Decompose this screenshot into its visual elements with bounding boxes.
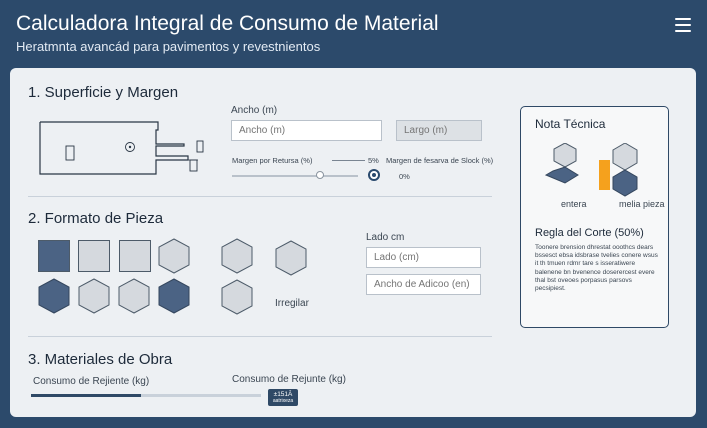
media-pieza-label: melia pieza	[619, 199, 665, 209]
note-title: Nota Técnica	[535, 117, 606, 131]
section-surface-title: 1. Superficie y Margen	[28, 84, 179, 101]
irregular-label: Irregilar	[275, 298, 309, 309]
floorplan-diagram	[39, 121, 204, 175]
margen-label: Margen por Retursa (%)	[232, 156, 313, 165]
page-title: Calculadora Integral de Consumo de Mater…	[16, 12, 439, 35]
tile-hexagon-light[interactable]	[118, 278, 150, 314]
largo-input[interactable]	[396, 120, 482, 141]
rejunte-badge: ±151Ā aatrixeza	[268, 389, 298, 406]
lado-input[interactable]	[366, 247, 481, 268]
app-header: Calculadora Integral de Consumo de Mater…	[0, 0, 707, 68]
rejunte-label: Consumo de Rejunte (kg)	[232, 374, 346, 385]
page-subtitle: Heratmnta avancád para pavimentos y reve…	[16, 39, 321, 54]
tile-square-light[interactable]	[78, 240, 110, 272]
tile-hexagon-dark[interactable]	[158, 278, 190, 314]
technical-note-panel: Nota Técnica entera melia pieza Regla de…	[520, 106, 669, 328]
cut-rule-body: Toonere brension dhrestat ooothcs dears …	[535, 244, 658, 293]
section-format-title: 2. Formato de Pieza	[28, 210, 164, 227]
reserva-radio[interactable]	[368, 169, 380, 181]
margen-slider-thumb[interactable]	[316, 171, 325, 179]
tile-hexagon-dark[interactable]	[38, 278, 70, 314]
rejunte-progress-fill	[31, 394, 142, 397]
section-materials-title: 3. Materiales de Obra	[28, 351, 173, 368]
margen-slider-track[interactable]	[232, 175, 358, 177]
tile-hexagon-outline[interactable]	[221, 238, 253, 274]
lado-label: Lado cm	[366, 232, 405, 243]
ancho-label: Ancho (m)	[231, 105, 278, 116]
floorplan-outline	[39, 121, 189, 175]
tile-hexagon-light[interactable]	[158, 238, 190, 274]
calculator-card: 1. Superficie y Margen Ancho (m) Margen …	[10, 68, 696, 417]
tile-square-light[interactable]	[119, 240, 151, 272]
tile-hexagon-outline[interactable]	[275, 240, 307, 276]
ancho-adoquin-input[interactable]	[366, 274, 481, 295]
ancho-input[interactable]	[231, 120, 382, 141]
rejunte-progress	[31, 394, 261, 397]
cut-diagram-icon	[544, 143, 638, 197]
tile-square-dark[interactable]	[38, 240, 70, 272]
margen-value: 5%	[368, 156, 379, 165]
cut-marker	[599, 160, 610, 190]
entera-label: entera	[561, 199, 587, 209]
tile-hexagon-outline[interactable]	[221, 279, 253, 315]
hamburger-menu-icon[interactable]	[675, 18, 691, 32]
tile-hexagon-light[interactable]	[78, 278, 110, 314]
rejiente-label: Consumo de Rejiente (kg)	[33, 376, 150, 387]
reserva-value: 0%	[399, 172, 410, 181]
floorplan-pillar	[65, 145, 75, 161]
cut-rule-title: Regla del Corte (50%)	[535, 227, 644, 239]
reserva-label: Margen de fesarva de Slock (%)	[386, 156, 494, 165]
